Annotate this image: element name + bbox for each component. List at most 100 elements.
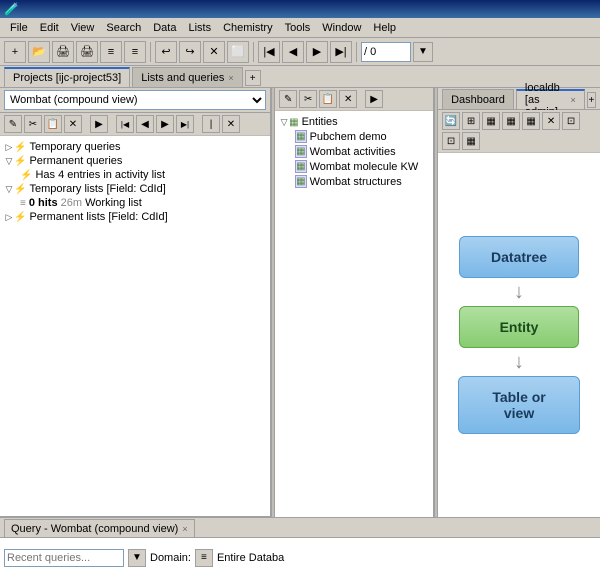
dashboard-panel: Dashboard localdb [as admin] × + 🔄 ⊞ ▦ ▦… (438, 88, 600, 517)
layout-button[interactable]: ≡ (100, 41, 122, 63)
nav-input[interactable] (361, 42, 411, 62)
nav-dropdown[interactable]: ▼ (413, 42, 433, 62)
clear-button[interactable]: ⬜ (227, 41, 249, 63)
layout2-button[interactable]: ≡ (124, 41, 146, 63)
menu-search[interactable]: Search (100, 20, 147, 36)
db-view2-btn[interactable]: ▦ (502, 112, 520, 130)
dt-entities[interactable]: ▽ ▦ Entities (279, 115, 429, 129)
nav-first[interactable]: |◀ (258, 41, 280, 63)
proj-run-btn[interactable]: ▶ (90, 115, 108, 133)
db-grid-btn[interactable]: ⊞ (462, 112, 480, 130)
proj-cut-btn[interactable]: ✂ (24, 115, 42, 133)
grid-icon-pubchem: ▦ (295, 130, 306, 143)
dashboard-tab-add[interactable]: + (587, 92, 596, 108)
project-selector[interactable]: Wombat (compound view) (4, 90, 266, 110)
tree-item-temp-lists[interactable]: ▽ ⚡ Temporary lists [Field: CdId] (4, 182, 266, 196)
menu-lists[interactable]: Lists (182, 20, 217, 36)
proj-delete-btn[interactable]: ✕ (64, 115, 82, 133)
redo-button[interactable]: ↪ (179, 41, 201, 63)
flow-arrow-2: ↓ (514, 352, 524, 372)
main-toolbar: + 📂 🖨 🖨 ≡ ≡ ↩ ↪ ✕ ⬜ |◀ ◀ ▶ ▶| ▼ (0, 38, 600, 66)
toolbar-separator1 (150, 42, 151, 62)
tree-label: Temporary lists [Field: CdId] (29, 183, 165, 195)
toolbar-separator2 (253, 42, 254, 62)
db-refresh-btn[interactable]: 🔄 (442, 112, 460, 130)
recent-dropdown-btn[interactable]: ▼ (128, 549, 146, 567)
domain-icon: ≡ (195, 549, 213, 567)
tab-lists-close[interactable]: × (228, 73, 233, 83)
proj-copy-btn[interactable]: 📋 (44, 115, 62, 133)
dt-btn4[interactable]: ✕ (339, 90, 357, 108)
tab-localdb-close[interactable]: × (570, 95, 575, 105)
dashboard-toolbar: 🔄 ⊞ ▦ ▦ ▦ ✕ ⊡ ⊡ ▦ (438, 110, 600, 153)
tab-add-button[interactable]: + (245, 70, 261, 86)
tree-label: Has 4 entries in activity list (35, 169, 165, 181)
flow-node-entity[interactable]: Entity (459, 306, 579, 348)
tree-item-perm-queries[interactable]: ▽ ⚡ Permanent queries (4, 154, 266, 168)
dt-wombat-molecule[interactable]: ▦ Wombat molecule KW (295, 159, 429, 174)
db-close-btn[interactable]: ✕ (542, 112, 560, 130)
undo-button[interactable]: ↩ (155, 41, 177, 63)
nav-prev[interactable]: ◀ (282, 41, 304, 63)
menu-chemistry[interactable]: Chemistry (217, 20, 279, 36)
db-view1-btn[interactable]: ▦ (482, 112, 500, 130)
menu-tools[interactable]: Tools (279, 20, 317, 36)
proj-close-btn[interactable]: ✕ (222, 115, 240, 133)
toolbar-separator3 (356, 42, 357, 62)
menu-view[interactable]: View (65, 20, 101, 36)
tree-item-working-list[interactable]: ≡ 0 hits 26m Working list (20, 196, 266, 210)
db-sq2-btn[interactable]: ⊡ (442, 132, 460, 150)
menu-window[interactable]: Window (316, 20, 367, 36)
dt-wombat-activities[interactable]: ▦ Wombat activities (295, 144, 429, 159)
flow-node-table[interactable]: Table or view (458, 376, 580, 434)
db-view3-btn[interactable]: ▦ (522, 112, 540, 130)
menu-help[interactable]: Help (367, 20, 402, 36)
grid-icon-wombat-mol: ▦ (295, 160, 306, 173)
proj-edit-btn[interactable]: ✎ (4, 115, 22, 133)
dt-run-btn[interactable]: ▶ (365, 90, 383, 108)
proj-last-btn[interactable]: ▶| (176, 115, 194, 133)
proj-first-btn[interactable]: |◀ (116, 115, 134, 133)
dt-btn1[interactable]: ✎ (279, 90, 297, 108)
db-sq1-btn[interactable]: ⊡ (562, 112, 580, 130)
dt-pubchem[interactable]: ▦ Pubchem demo (295, 129, 429, 144)
db-view4-btn[interactable]: ▦ (462, 132, 480, 150)
recent-queries-input[interactable] (4, 549, 124, 567)
tab-dashboard-label: Dashboard (451, 94, 505, 106)
query-icon-2: ⚡ (14, 156, 26, 167)
tab-localdb[interactable]: localdb [as admin] × (516, 89, 585, 109)
bottom-tab-close[interactable]: × (182, 524, 187, 534)
menu-data[interactable]: Data (147, 20, 182, 36)
grid-icon-entities: ▦ (289, 117, 298, 128)
menu-file[interactable]: File (4, 20, 34, 36)
tab-lists[interactable]: Lists and queries × (132, 67, 242, 87)
dt-btn2[interactable]: ✂ (299, 90, 317, 108)
tree-item-perm-lists[interactable]: ▷ ⚡ Permanent lists [Field: CdId] (4, 210, 266, 224)
proj-prev-btn[interactable]: ◀ (136, 115, 154, 133)
print2-button[interactable]: 🖨 (76, 41, 98, 63)
datatrees-panel: ✎ ✂ 📋 ✕ ▶ ▽ ▦ Entities ▦ Pubchem demo ▦ … (275, 88, 434, 517)
print-button[interactable]: 🖨 (52, 41, 74, 63)
tree-item-has4entries[interactable]: ⚡ Has 4 entries in activity list (20, 168, 266, 182)
list-icon-2: ≡ (20, 198, 26, 209)
proj-next-btn[interactable]: ▶ (156, 115, 174, 133)
new-button[interactable]: + (4, 41, 26, 63)
bottom-area: Query - Wombat (compound view) × ▼ Domai… (0, 517, 600, 577)
tab-projects[interactable]: Projects [ijc-project53] (4, 67, 130, 87)
menu-edit[interactable]: Edit (34, 20, 65, 36)
bottom-content: ▼ Domain: ≡ Entire Databa (0, 538, 600, 577)
nav-next[interactable]: ▶ (306, 41, 328, 63)
main-tab-bar: Projects [ijc-project53] Lists and queri… (0, 66, 600, 88)
projects-panel-top: Wombat (compound view) ✎ ✂ 📋 ✕ ▶ |◀ ◀ ▶ … (0, 88, 270, 517)
dt-btn3[interactable]: 📋 (319, 90, 337, 108)
open-button[interactable]: 📂 (28, 41, 50, 63)
flow-node-datatree[interactable]: Datatree (459, 236, 579, 278)
nav-last[interactable]: ▶| (330, 41, 352, 63)
dt-wombat-structures[interactable]: ▦ Wombat structures (295, 174, 429, 189)
stop-button[interactable]: ✕ (203, 41, 225, 63)
datatrees-tree: ▽ ▦ Entities ▦ Pubchem demo ▦ Wombat act… (275, 111, 433, 517)
tree-item-temp-queries[interactable]: ▷ ⚡ Temporary queries (4, 140, 266, 154)
tab-dashboard[interactable]: Dashboard (442, 89, 514, 109)
bottom-tab-query[interactable]: Query - Wombat (compound view) × (4, 519, 195, 537)
list-icon-1: ⚡ (14, 184, 26, 195)
